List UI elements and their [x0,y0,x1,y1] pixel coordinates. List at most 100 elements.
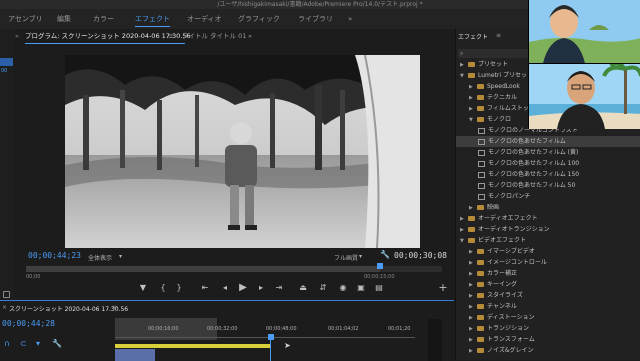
button-editor-icon[interactable]: ▤ [374,283,384,293]
effects-folder[interactable]: ▶ オーディオトランジション [456,224,640,235]
folder-icon [477,282,484,287]
folder-icon [477,117,484,122]
left-panel-icon[interactable] [3,291,10,298]
webcam-2-image [529,64,640,129]
preset-icon [478,138,485,145]
workspace-tab-color[interactable]: カラー [93,9,114,29]
effects-item-label: オーディオエフェクト [478,215,538,222]
chevron-right-icon[interactable]: ▶ [469,346,477,357]
monitor-expand-button[interactable]: » [15,29,19,44]
effects-item-label: モノクロの色あせたフィルム [488,138,566,145]
comparison-view-icon[interactable]: ▣ [356,283,366,293]
close-icon[interactable]: × [2,304,7,311]
extract-icon[interactable]: ⇵ [318,283,328,293]
in-point-icon[interactable]: { [158,283,168,293]
left-panel-selection [0,58,13,66]
effects-preset[interactable]: モノクロの色あせたフィルム (黄) [456,147,640,158]
effects-folder[interactable]: ▶ 映画 [456,202,640,213]
video-frame-image [65,55,420,248]
folder-icon [477,326,484,331]
effects-item-label: SpeedLook [487,83,520,90]
scrub-playhead[interactable] [376,263,383,269]
ruler-tick-1: 00;00;16;00 [148,326,179,332]
ruler-tick-5: 00;01;20 [388,326,411,332]
add-icon[interactable]: + [438,282,448,293]
go-to-out-icon[interactable]: ⇥ [274,283,284,293]
effects-item-label: トランスフォーム [487,336,535,343]
snap-icon[interactable]: ∩ [4,339,10,348]
workspace-more[interactable]: » [348,9,352,29]
effects-menu-icon[interactable]: ≡ [496,32,501,39]
effects-folder[interactable]: ▶ スタイライズ [456,290,640,301]
export-frame-icon[interactable]: ◉ [338,283,348,293]
effects-folder[interactable]: ▼ ビデオエフェクト [456,235,640,246]
effects-folder[interactable]: ▶ ノイズ&グレイン [456,345,640,356]
monitor-menu-icon[interactable]: ≡ [168,29,173,44]
workspace-tab-effects[interactable]: エフェクト [135,9,170,29]
program-duration-timecode: 00;00;30;08 [394,251,447,260]
chevron-down-icon[interactable]: ▾ [359,253,362,260]
effects-folder[interactable]: ▶ トランジション [456,323,640,334]
linked-selection-icon[interactable]: ⊂ [20,339,27,348]
workspace-tab-graphics[interactable]: グラフィック [238,9,280,29]
folder-icon [468,216,475,221]
sequence-tab[interactable]: スクリーンショット 2020-04-06 17.30.56 [9,304,128,313]
preset-icon [478,160,485,167]
monitor-more-tabs[interactable]: » [248,29,252,44]
render-bar [115,344,270,348]
playback-quality-select[interactable]: フル画質 [334,253,358,262]
tab-program[interactable]: プログラム: スクリーンショット 2020-04-06 17.30.56 [25,29,191,44]
tab-titles[interactable]: タイトル [182,29,208,44]
effects-item-label: オーディオトランジション [478,226,550,233]
marker-icon[interactable]: ▼ [138,283,148,293]
webcam-1-image [529,0,640,63]
effects-item-label: 映画 [487,204,500,211]
program-scrub-bar[interactable] [26,263,442,272]
workspace-tab-edit[interactable]: 編集 [57,9,71,29]
lift-icon[interactable]: ⏏ [298,283,308,293]
workspace-tab-libraries[interactable]: ライブラリ [298,9,333,29]
effects-item-label: モノクロ [487,116,512,123]
timeline-playhead-handle[interactable] [268,334,274,340]
tab-title-01[interactable]: タイトル 01 [210,29,246,44]
play-icon[interactable]: ▶ [238,283,248,293]
workspace-tab-assembly[interactable]: アセンブリ [8,9,43,29]
sequence-menu-icon[interactable]: ≡ [112,304,117,311]
workspace-tab-audio[interactable]: オーディオ [187,9,222,29]
effects-folder[interactable]: ▶ トランスフォーム [456,334,640,345]
left-panel-timecode: 00 [1,68,8,74]
effects-preset[interactable]: モノクロの色あせたフィルム 100 [456,158,640,169]
chevron-down-icon[interactable]: ▾ [119,253,122,260]
effects-preset[interactable]: モノクロの色あせたフィルム 50 [456,180,640,191]
effects-folder[interactable]: ▶ イメージコントロール [456,257,640,268]
effects-folder[interactable]: ▶ イマーシブビデオ [456,246,640,257]
effects-preset[interactable]: モノクロパンチ [456,191,640,202]
out-point-icon[interactable]: } [174,283,184,293]
effects-folder[interactable]: ▶ チャンネル [456,301,640,312]
effects-item-label: Lumetri プリセット [478,72,533,79]
effects-search-input[interactable]: ⌕ [458,49,528,58]
add-marker-icon[interactable]: ▾ [36,339,40,348]
effects-panel-title[interactable]: エフェクト [458,32,488,41]
folder-icon [477,249,484,254]
wrench-icon[interactable]: 🔧 [380,250,390,259]
effects-preset[interactable]: モノクロの色あせたフィルム 150 [456,169,640,180]
effects-folder[interactable]: ▶ キーイング [456,279,640,290]
effects-folder[interactable]: ▶ オーディオエフェクト [456,213,640,224]
search-icon: ⌕ [460,50,464,57]
effects-preset[interactable]: モノクロの色あせたフィルム [456,136,640,147]
go-to-in-icon[interactable]: ⇤ [200,283,210,293]
mouse-cursor-icon: ➤ [284,341,291,350]
program-playhead-timecode[interactable]: 00;00;44;23 [28,251,81,260]
effects-item-label: イマーシブビデオ [487,248,535,255]
webcam-feed-2 [528,63,640,129]
video-clip[interactable] [115,349,155,361]
step-back-icon[interactable]: ◂ [220,283,230,293]
step-forward-icon[interactable]: ▸ [256,283,266,293]
timeline-settings-icon[interactable]: 🔧 [52,339,62,348]
sequence-playhead-timecode[interactable]: 00;00;44;28 [2,319,55,328]
folder-icon [477,304,484,309]
fit-zoom-select[interactable]: 全体表示 [88,253,112,262]
effects-folder[interactable]: ▶ カラー補正 [456,268,640,279]
effects-folder[interactable]: ▶ ディストーション [456,312,640,323]
